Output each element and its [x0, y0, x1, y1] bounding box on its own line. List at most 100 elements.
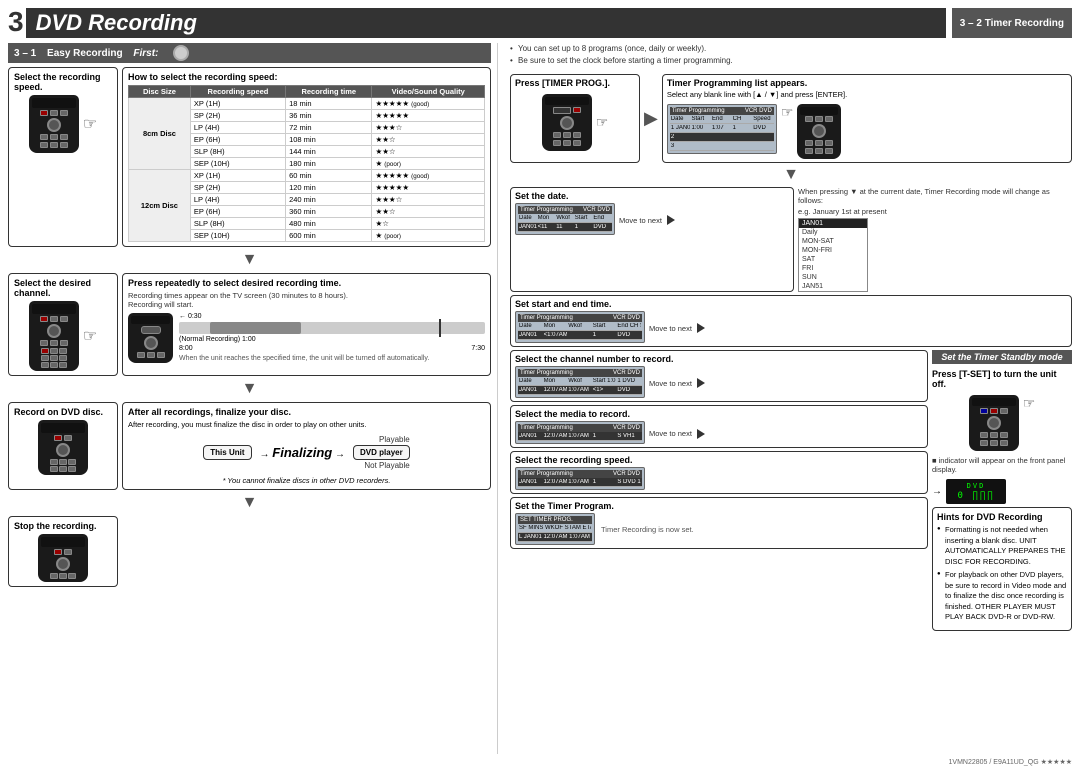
set-timer-program-box: Set the Timer Program. SET TIMER PROG. S… — [510, 497, 928, 549]
timeline-marker — [439, 319, 441, 337]
arrow-down-3: ▼ — [8, 495, 491, 511]
set-timer-screen: SET TIMER PROG. SF MINS WKOF STAM ETAM L… — [515, 513, 595, 545]
time-8:00: 8:00 — [179, 345, 193, 352]
remote-device-2 — [29, 301, 79, 371]
finalize-after-note: After recording, you must finalize the d… — [128, 420, 485, 429]
press-repeatedly-title: Press repeatedly to select desired recor… — [128, 278, 485, 288]
col-rec-time: Recording time — [286, 86, 372, 98]
section-32-bar: 3 – 2 Timer Recording — [952, 8, 1072, 38]
cannot-finalize-note: * You cannot finalize discs in other DVD… — [128, 476, 485, 485]
record-dvd-box: Record on DVD disc. — [8, 402, 118, 490]
finger-icon-2: ☞ — [781, 104, 794, 121]
section-32-label: 3 – 2 — [960, 18, 982, 29]
record-dvd-title: Record on DVD disc. — [14, 407, 112, 417]
screen-row-1: 1 JAN01 1:00 1:07 1 DVD — [670, 124, 774, 133]
left-half: 3 – 1 Easy Recording First: Select the r… — [8, 43, 498, 754]
arrow-down-2: ▼ — [8, 381, 491, 397]
cursor-icon: ☞ — [83, 114, 97, 134]
top-bar: 3 DVD Recording 3 – 2 Timer Recording — [8, 8, 1072, 38]
date-opt-jan51: JAN51 — [799, 282, 867, 291]
select-media-screen: Timer Programming VCR DVD JAN01 12:07AM … — [515, 421, 645, 444]
timeline-bar — [179, 322, 485, 334]
timer-list-title: Timer Programming list appears. — [667, 78, 1067, 88]
hints-title: Hints for DVD Recording — [937, 512, 1067, 522]
this-unit-label: This Unit — [203, 445, 251, 460]
standby-remote — [969, 395, 1019, 451]
arrow-right-time — [697, 323, 705, 333]
arrow-down-1: ▼ — [8, 252, 491, 268]
dvd-player-area: Playable DVD player Not Playable — [353, 435, 410, 470]
move-to-next-label: Move to next — [619, 216, 662, 225]
when-pressing-text: When pressing ▼ at the current date, Tim… — [798, 187, 1072, 205]
set-timer-program-title: Set the Timer Program. — [515, 501, 923, 511]
timer-list-subtitle: Select any blank line with [▲ / ▼] and p… — [667, 90, 1067, 99]
timer-standby-col: Set the Timer Standby mode Press [T-SET]… — [932, 350, 1072, 631]
this-unit-box: This Unit — [203, 445, 251, 460]
press-tset-label: Press [T-SET] to turn the unit off. — [932, 369, 1072, 389]
remote-device-4 — [38, 420, 88, 475]
press-repeatedly-note1: Recording times appear on the TV screen … — [128, 291, 485, 300]
date-opt-daily: Daily — [799, 228, 867, 237]
select-media-box: Select the media to record. Timer Progra… — [510, 405, 928, 448]
first-label: First: — [133, 48, 158, 59]
arrow-right-ch — [697, 378, 705, 388]
move-to-next-media: Move to next — [649, 427, 707, 441]
select-channel-title: Select the desired channel. — [14, 278, 112, 298]
section-31-title: Easy Recording — [47, 48, 123, 59]
move-to-next-label-2: Move to next — [649, 324, 692, 333]
time-7:30: 7:30 — [471, 345, 485, 352]
set-start-end-screen: Timer Programming VCR DVD Date Mon Wkof … — [515, 311, 645, 343]
move-to-next-time: Move to next — [649, 321, 707, 335]
standby-finger-icon: ☞ — [1023, 395, 1036, 412]
table-row-12cm-xp: 12cm Disc XP (1H) 60 min ★★★★★ (good) — [129, 170, 485, 182]
timeline-end-labels: 8:00 7:30 — [179, 345, 485, 352]
row2: Select the desired channel. — [8, 273, 491, 376]
select-channel-number-title: Select the channel number to record. — [515, 354, 923, 364]
hints-box: Hints for DVD Recording Formatting is no… — [932, 507, 1072, 631]
col-quality: Video/Sound Quality — [372, 86, 485, 98]
set-start-end-title: Set start and end time. — [515, 299, 1067, 309]
how-to-select-title: How to select the recording speed: — [128, 72, 485, 82]
mode-8cm-xp: XP (1H) — [190, 98, 285, 110]
timer-display: DVD 0 ∏∏∏ — [946, 479, 1006, 504]
select-channel-box: Select the desired channel. — [8, 273, 118, 376]
move-to-next-ch-label: Move to next — [649, 379, 692, 388]
arrow-down-4: ▼ — [510, 167, 1072, 183]
table-row-8cm-xp: 8cm Disc XP (1H) 18 min ★★★★★ (good) — [129, 98, 485, 110]
page-footer: 1VMN22805 / E9A11UD_QG ★★★★★ — [8, 758, 1072, 766]
rec-speed-screen: Timer Programming VCR DVD JAN01 12:07AM … — [515, 467, 645, 490]
date-opt-sun: SUN — [799, 273, 867, 282]
section-31-label: 3 – 1 — [14, 48, 36, 59]
press-timer-title: Press [TIMER PROG.]. — [515, 78, 635, 88]
set-date-title: Set the date. — [515, 191, 789, 201]
date-options-list: JAN01 Daily MON-SAT MON-FRI SAT FRI SUN … — [798, 218, 868, 292]
stop-recording-title: Stop the recording. — [14, 521, 112, 531]
date-opt-sat: SAT — [799, 255, 867, 264]
select-rec-speed-box: Select the recording speed. Timer Progra… — [510, 451, 928, 494]
section-32-title: Timer Recording — [985, 18, 1064, 29]
select-rec-speed-title: Select the recording speed. — [515, 455, 923, 465]
date-opt-fri: FRI — [799, 264, 867, 273]
timer-list-screen: Timer Programming VCR DVD Date Start End… — [667, 104, 777, 154]
row3: Record on DVD disc. — [8, 402, 491, 490]
set-date-screen: Timer Programming VCR DVD Date Mon Wkof … — [515, 203, 615, 235]
timer-top-row: Press [TIMER PROG.]. — [510, 74, 1072, 163]
select-channel-number-box: Select the channel number to record. Tim… — [510, 350, 928, 402]
channel-steps-col: Select the channel number to record. Tim… — [510, 350, 928, 631]
page: 3 DVD Recording 3 – 2 Timer Recording 3 … — [0, 0, 1080, 774]
playable-label: Playable — [353, 435, 410, 444]
page-number: 3 — [8, 8, 24, 38]
arrow-right-date — [667, 215, 675, 225]
move-to-next-media-label: Move to next — [649, 429, 692, 438]
set-date-box: Set the date. Timer Programming VCR DVD … — [510, 187, 794, 292]
screen-header-left: Timer Programming — [672, 108, 725, 114]
section-31-header: 3 – 1 Easy Recording First: — [8, 43, 491, 63]
set-start-end-box: Set start and end time. Timer Programmin… — [510, 295, 1072, 347]
dvd-player-label: DVD player — [353, 445, 410, 460]
move-to-next-ch: Move to next — [649, 376, 707, 390]
move-to-next-date: Move to next — [619, 213, 677, 227]
timer-note-2: Be sure to set the clock before starting… — [510, 55, 1072, 67]
remote-device-3 — [128, 313, 173, 363]
select-speed-title: Select the recording speed. — [14, 72, 112, 92]
timer-standby-title: Set the Timer Standby mode — [932, 350, 1072, 364]
